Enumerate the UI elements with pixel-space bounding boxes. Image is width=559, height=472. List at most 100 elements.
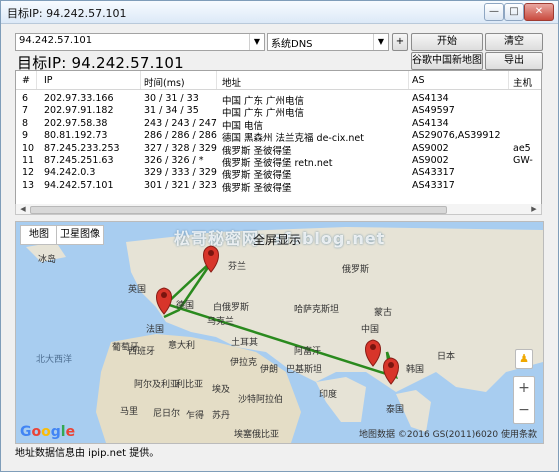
scroll-left-icon[interactable]: ◀ <box>18 204 28 214</box>
export-button[interactable]: 导出 <box>485 52 543 70</box>
table-cell-host: ae5 <box>513 142 531 154</box>
header-ip[interactable]: IP <box>44 75 53 86</box>
table-cell-as: AS4134 <box>412 117 449 129</box>
map-label: 蒙古 <box>374 308 393 318</box>
trace-table[interactable]: # IP 时间(ms) 地址 AS 主机 6 202.97.33.166 30 / … <box>15 70 542 206</box>
table-cell-ip: 202.97.58.38 <box>44 117 108 129</box>
table-cell-n: 8 <box>22 117 29 129</box>
header-address[interactable]: 地址 <box>222 75 241 89</box>
close-button[interactable]: ✕ <box>524 3 554 21</box>
app-window: 目标IP: 94.242.57.101 — □ ✕ 94.242.57.101 … <box>0 0 559 472</box>
map-label: 埃塞俄比亚 <box>234 430 280 440</box>
table-cell-time: 30 / 31 / 33 <box>144 93 199 104</box>
table-row[interactable]: 12 94.242.0.3 329 / 333 / 329 俄罗斯 圣彼得堡 AS433… <box>16 167 541 181</box>
table-cell-n: 9 <box>22 130 29 142</box>
table-cell-n: 6 <box>22 93 29 104</box>
map-label: 韩国 <box>406 365 425 375</box>
table-header: # IP 时间(ms) 地址 AS 主机 <box>16 71 541 90</box>
start-button[interactable]: 开始 <box>411 33 483 51</box>
table-row[interactable]: 9 80.81.192.73 286 / 286 / 286 德国 黑森州 法兰克福 … <box>16 130 541 144</box>
table-cell-addr: 俄罗斯 圣彼得堡 <box>222 182 292 194</box>
map-label: 埃及 <box>212 385 231 395</box>
map-label: 利比亚 <box>176 380 204 390</box>
table-cell-time: 31 / 34 / 35 <box>144 105 199 117</box>
table-cell-n: 11 <box>22 155 35 166</box>
table-cell-ip: 202.97.33.166 <box>44 93 114 104</box>
dns-select[interactable]: 系统DNS ▼ <box>267 33 389 51</box>
table-cell-as: AS49597 <box>412 105 455 117</box>
table-cell-ip: 94.242.0.3 <box>44 167 96 179</box>
map-label: 白俄罗斯 <box>213 303 250 313</box>
chevron-down-icon[interactable]: ▼ <box>373 34 388 50</box>
table-cell-ip: 87.245.233.253 <box>44 142 120 154</box>
zoom-control: + − <box>513 376 535 424</box>
table-row[interactable]: 6 202.97.33.166 30 / 31 / 33 中国 广东 广州电信 AS41… <box>16 93 541 107</box>
table-cell-ip: 94.242.57.101 <box>44 179 114 191</box>
table-cell-as: AS9002 <box>412 142 449 154</box>
table-cell-time: 286 / 286 / 286 <box>144 130 217 142</box>
fullscreen-button[interactable]: 全屏显示 <box>253 231 301 248</box>
map-credit[interactable]: 地图数据 ©2016 GS(2011)6020 使用条款 <box>359 427 537 440</box>
zoom-out-button[interactable]: − <box>514 399 534 421</box>
header-as[interactable]: AS <box>412 75 425 86</box>
horizontal-scrollbar[interactable]: ◀ ▶ <box>15 204 542 215</box>
table-cell-time: 327 / 328 / 329 <box>144 142 217 154</box>
map-label: 芬兰 <box>228 262 247 272</box>
add-dns-button[interactable]: + <box>392 33 408 51</box>
map-label: 中国 <box>361 325 380 335</box>
column-divider <box>36 71 37 89</box>
status-bar: 地址数据信息由 ipip.net 提供。 <box>15 448 160 459</box>
map-label: 乍得 <box>186 411 205 421</box>
map-label: 苏丹 <box>212 411 231 421</box>
pegman-icon[interactable]: ♟ <box>515 349 533 369</box>
minimize-button[interactable]: — <box>484 3 504 21</box>
map-view[interactable]: 地图 卫星图像 松哥秘密网: sfsblog.net 全屏显示 冰岛 芬兰 俄罗… <box>15 221 544 444</box>
table-cell-time: 326 / 326 / * <box>144 155 204 166</box>
table-row[interactable]: 13 94.242.57.101 301 / 321 / 323 俄罗斯 圣彼得堡 AS… <box>16 179 541 194</box>
map-label: 伊朗 <box>260 365 279 375</box>
header-time[interactable]: 时间(ms) <box>144 75 185 89</box>
map-label: 阿富汗 <box>294 347 322 357</box>
table-cell-n: 13 <box>22 179 35 191</box>
map-label: 印度 <box>319 390 338 400</box>
table-cell-host: GW- <box>513 155 533 166</box>
clear-button[interactable]: 清空 <box>485 33 543 51</box>
table-row[interactable]: 11 87.245.251.63 326 / 326 / * 俄罗斯 圣彼得堡 ret… <box>16 155 541 169</box>
header-host[interactable]: 主机 <box>513 75 532 89</box>
map-label: 马里 <box>120 407 139 417</box>
map-label: 土耳其 <box>231 338 259 348</box>
table-cell-as: AS4134 <box>412 93 449 104</box>
map-label: 伊拉克 <box>230 358 258 368</box>
table-cell-as: AS9002 <box>412 155 449 166</box>
scroll-right-icon[interactable]: ▶ <box>529 204 539 214</box>
column-divider <box>408 71 409 89</box>
table-cell-ip: 80.81.192.73 <box>44 130 108 142</box>
table-row[interactable]: 8 202.97.58.38 243 / 243 / 247 中国 电信 AS4134 <box>16 117 541 132</box>
map-label: 日本 <box>437 352 456 362</box>
scrollbar-thumb[interactable] <box>30 206 447 214</box>
map-label: 阿尔及利亚 <box>134 380 180 390</box>
map-label: 德国 <box>176 301 195 311</box>
ip-input[interactable]: 94.242.57.101 ▼ <box>15 33 265 51</box>
table-cell-as: AS43317 <box>412 167 455 179</box>
table-row[interactable]: 10 87.245.233.253 327 / 328 / 329 俄罗斯 圣彼得堡 A… <box>16 142 541 157</box>
table-cell-n: 12 <box>22 167 35 179</box>
ip-input-value: 94.242.57.101 <box>19 35 93 46</box>
chevron-down-icon[interactable]: ▼ <box>249 34 264 50</box>
tab-map[interactable]: 地图 <box>20 225 58 245</box>
table-row[interactable]: 7 202.97.91.182 31 / 34 / 35 中国 广东 广州电信 AS49… <box>16 105 541 119</box>
google-map-button[interactable]: 谷歌中国新地图 <box>411 52 483 70</box>
table-cell-n: 10 <box>22 142 35 154</box>
zoom-in-button[interactable]: + <box>514 377 534 399</box>
map-label: 泰国 <box>386 405 405 415</box>
map-label: 乌克兰 <box>207 317 235 327</box>
map-canvas <box>16 222 543 443</box>
column-divider <box>216 71 217 89</box>
column-divider <box>508 71 509 89</box>
header-num[interactable]: # <box>22 75 30 86</box>
map-label: 哈萨克斯坦 <box>294 305 340 315</box>
table-cell-time: 329 / 333 / 329 <box>144 167 217 179</box>
map-label: 冰岛 <box>38 255 57 265</box>
tab-satellite[interactable]: 卫星图像 <box>56 225 104 245</box>
maximize-button[interactable]: □ <box>504 3 524 21</box>
